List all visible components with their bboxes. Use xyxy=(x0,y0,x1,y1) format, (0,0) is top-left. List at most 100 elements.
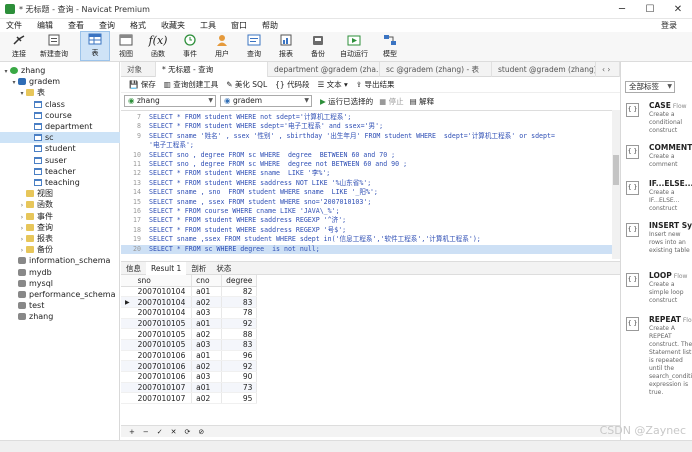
editor-scrollbar[interactable] xyxy=(612,110,620,259)
table-cell-sno[interactable]: 2007010105 xyxy=(133,339,193,351)
tree-item[interactable]: course xyxy=(0,110,120,121)
close-button[interactable]: ✕ xyxy=(664,0,692,19)
code-line[interactable]: 12 SELECT * FROM student WHERE sname LIKE… xyxy=(121,169,612,178)
refresh-button[interactable]: ⟳ xyxy=(185,428,191,436)
toolbar-function-button[interactable]: f(x) 函数 xyxy=(142,31,174,61)
snippet-item[interactable]: { } COMMENT Create a comment xyxy=(621,142,692,182)
tree-item[interactable]: › 函数 xyxy=(0,199,120,210)
text-menu-button[interactable]: ☰ 文本 ▾ xyxy=(318,79,348,90)
code-line[interactable]: 14 SELECT sname , sno FROM student WHERE … xyxy=(121,188,612,197)
tree-item[interactable]: ▾ zhang xyxy=(0,65,120,76)
table-cell-degree[interactable]: 95 xyxy=(221,392,258,405)
table-cell-sno[interactable]: 2007010104 xyxy=(133,286,193,298)
code-line[interactable]: 20 SELECT * FROM sc WHERE degree is not n… xyxy=(121,244,612,254)
tab-scroll-arrows[interactable]: ‹ › xyxy=(596,62,620,77)
minimize-button[interactable]: ─ xyxy=(608,0,636,19)
tab-status[interactable]: 状态 xyxy=(211,262,236,275)
table-cell-sno[interactable]: 2007010104 xyxy=(133,296,193,308)
table-row[interactable]: 2007010104 a01 82 xyxy=(121,286,258,298)
toolbar-automation-button[interactable]: 自动运行 xyxy=(334,31,374,61)
table-row[interactable]: 2007010106 a02 92 xyxy=(121,360,258,372)
table-cell-sno[interactable]: 2007010107 xyxy=(133,392,193,405)
table-cell-degree[interactable]: 92 xyxy=(221,360,258,372)
add-record-button[interactable]: + xyxy=(129,428,135,436)
snippet-item[interactable]: { } REPEATFlowCreate A REPEAT construct. … xyxy=(621,314,692,396)
tree-item[interactable]: zhang xyxy=(0,311,120,322)
tree-item[interactable]: test xyxy=(0,300,120,311)
beautify-sql-button[interactable]: ✎ 美化 SQL xyxy=(226,79,267,90)
tree-item[interactable]: › 查询 xyxy=(0,222,120,233)
table-cell-cno[interactable]: a01 xyxy=(191,318,223,330)
tree-item[interactable]: suser xyxy=(0,155,120,166)
toolbar-view-button[interactable]: 视图 xyxy=(110,31,142,61)
login-link[interactable]: 登录 xyxy=(655,19,686,32)
menu-query[interactable]: 查询 xyxy=(93,20,124,31)
table-cell-cno[interactable]: a03 xyxy=(191,339,223,351)
menu-format[interactable]: 格式 xyxy=(124,20,155,31)
code-line[interactable]: 8 SELECT * FROM student WHERE sdept='电子工程… xyxy=(121,122,612,131)
menu-help[interactable]: 帮助 xyxy=(256,20,287,31)
explain-button[interactable]: ▤ 解释 xyxy=(410,96,434,107)
delete-record-button[interactable]: − xyxy=(143,428,149,436)
snippet-filter-select[interactable]: 全部标签 ▼ xyxy=(625,81,675,93)
tab-student-table[interactable]: student @gradem (zhang) - ... xyxy=(492,62,596,77)
table-cell-degree[interactable]: 88 xyxy=(221,328,258,340)
table-cell-sno[interactable]: 2007010106 xyxy=(133,350,193,362)
menu-tools[interactable]: 工具 xyxy=(194,20,225,31)
table-row[interactable]: 2007010105 a01 92 xyxy=(121,318,258,330)
column-header-sno[interactable]: sno xyxy=(133,275,193,287)
snippet-item[interactable]: { } INSERT Sy Insert new rows into an exis… xyxy=(621,220,692,260)
menu-view[interactable]: 查看 xyxy=(62,20,93,31)
table-row[interactable]: 2007010106 a01 96 xyxy=(121,350,258,362)
tab-result-1[interactable]: Result 1 xyxy=(146,262,187,275)
toolbar-new-query-button[interactable]: 新建查询 xyxy=(34,31,74,61)
table-cell-sno[interactable]: 2007010106 xyxy=(133,371,193,383)
tree-item[interactable]: sc xyxy=(0,132,120,144)
toolbar-model-button[interactable]: 模型 xyxy=(374,31,406,61)
menu-edit[interactable]: 编辑 xyxy=(31,20,62,31)
code-line[interactable]: 16 SELECT * FROM course WHERE cname LIKE … xyxy=(121,207,612,216)
code-snippet-button[interactable]: {} 代码段 xyxy=(275,79,309,90)
snippet-item[interactable]: { } LOOP Flow Create a simple loop construc… xyxy=(621,270,692,310)
tree-item[interactable]: information_schema xyxy=(0,255,120,266)
menu-favorites[interactable]: 收藏夹 xyxy=(155,20,194,31)
table-cell-degree[interactable]: 73 xyxy=(221,382,258,394)
save-button[interactable]: 💾 保存 xyxy=(129,79,156,90)
snippet-item[interactable]: { } CASE Flow Create a conditional construc… xyxy=(621,100,692,140)
discard-changes-button[interactable]: ✕ xyxy=(171,428,177,436)
maximize-button[interactable]: ☐ xyxy=(636,0,664,19)
tab-objects[interactable]: 对象 xyxy=(121,62,156,77)
tree-item[interactable]: performance_schema xyxy=(0,289,120,300)
code-line[interactable]: 13 SELECT * FROM student WHERE saddress N… xyxy=(121,179,612,188)
table-cell-sno[interactable]: 2007010106 xyxy=(133,360,193,372)
table-cell-degree[interactable]: 96 xyxy=(221,350,258,362)
toolbar-user-button[interactable]: 用户 xyxy=(206,31,238,61)
table-row[interactable]: 2007010105 a03 83 xyxy=(121,339,258,351)
table-cell-degree[interactable]: 83 xyxy=(221,296,258,308)
toolbar-connect-button[interactable]: 连接 xyxy=(4,31,34,61)
table-cell-cno[interactable]: a02 xyxy=(191,360,223,372)
tab-untitled-query[interactable]: * 无标题 - 查询 xyxy=(156,62,268,77)
tree-item[interactable]: ▾ gradem xyxy=(0,76,120,87)
menu-window[interactable]: 窗口 xyxy=(225,20,256,31)
table-cell-cno[interactable]: a01 xyxy=(191,350,223,362)
table-cell-sno[interactable]: 2007010105 xyxy=(133,318,193,330)
table-row[interactable]: 2007010105 a02 88 xyxy=(121,328,258,340)
tab-profile[interactable]: 剖析 xyxy=(186,262,211,275)
tab-info[interactable]: 信息 xyxy=(121,262,146,275)
tree-item[interactable]: class xyxy=(0,99,120,110)
tree-item[interactable]: teacher xyxy=(0,166,120,177)
toolbar-event-button[interactable]: 事件 xyxy=(174,31,206,61)
tree-item[interactable]: 视图 xyxy=(0,188,120,199)
tree-item[interactable]: student xyxy=(0,143,120,154)
snippet-item[interactable]: { } IF...ELSE... Create a IF...ELSE... con… xyxy=(621,178,692,218)
code-line[interactable]: 7 SELECT * FROM student WHERE not sdept='… xyxy=(121,113,612,122)
code-line[interactable]: 10 SELECT sno , degree FROM sc WHERE degr… xyxy=(121,151,612,160)
tree-item[interactable]: ▾ 表 xyxy=(0,87,120,98)
table-cell-cno[interactable]: a01 xyxy=(191,286,223,298)
query-builder-button[interactable]: ▥ 查询创建工具 xyxy=(164,79,218,90)
tree-item[interactable]: mysql xyxy=(0,278,120,289)
table-cell-sno[interactable]: 2007010105 xyxy=(133,328,193,340)
menu-file[interactable]: 文件 xyxy=(0,20,31,31)
code-line[interactable]: 15 SELECT sname , ssex FROM student WHERE… xyxy=(121,198,612,207)
